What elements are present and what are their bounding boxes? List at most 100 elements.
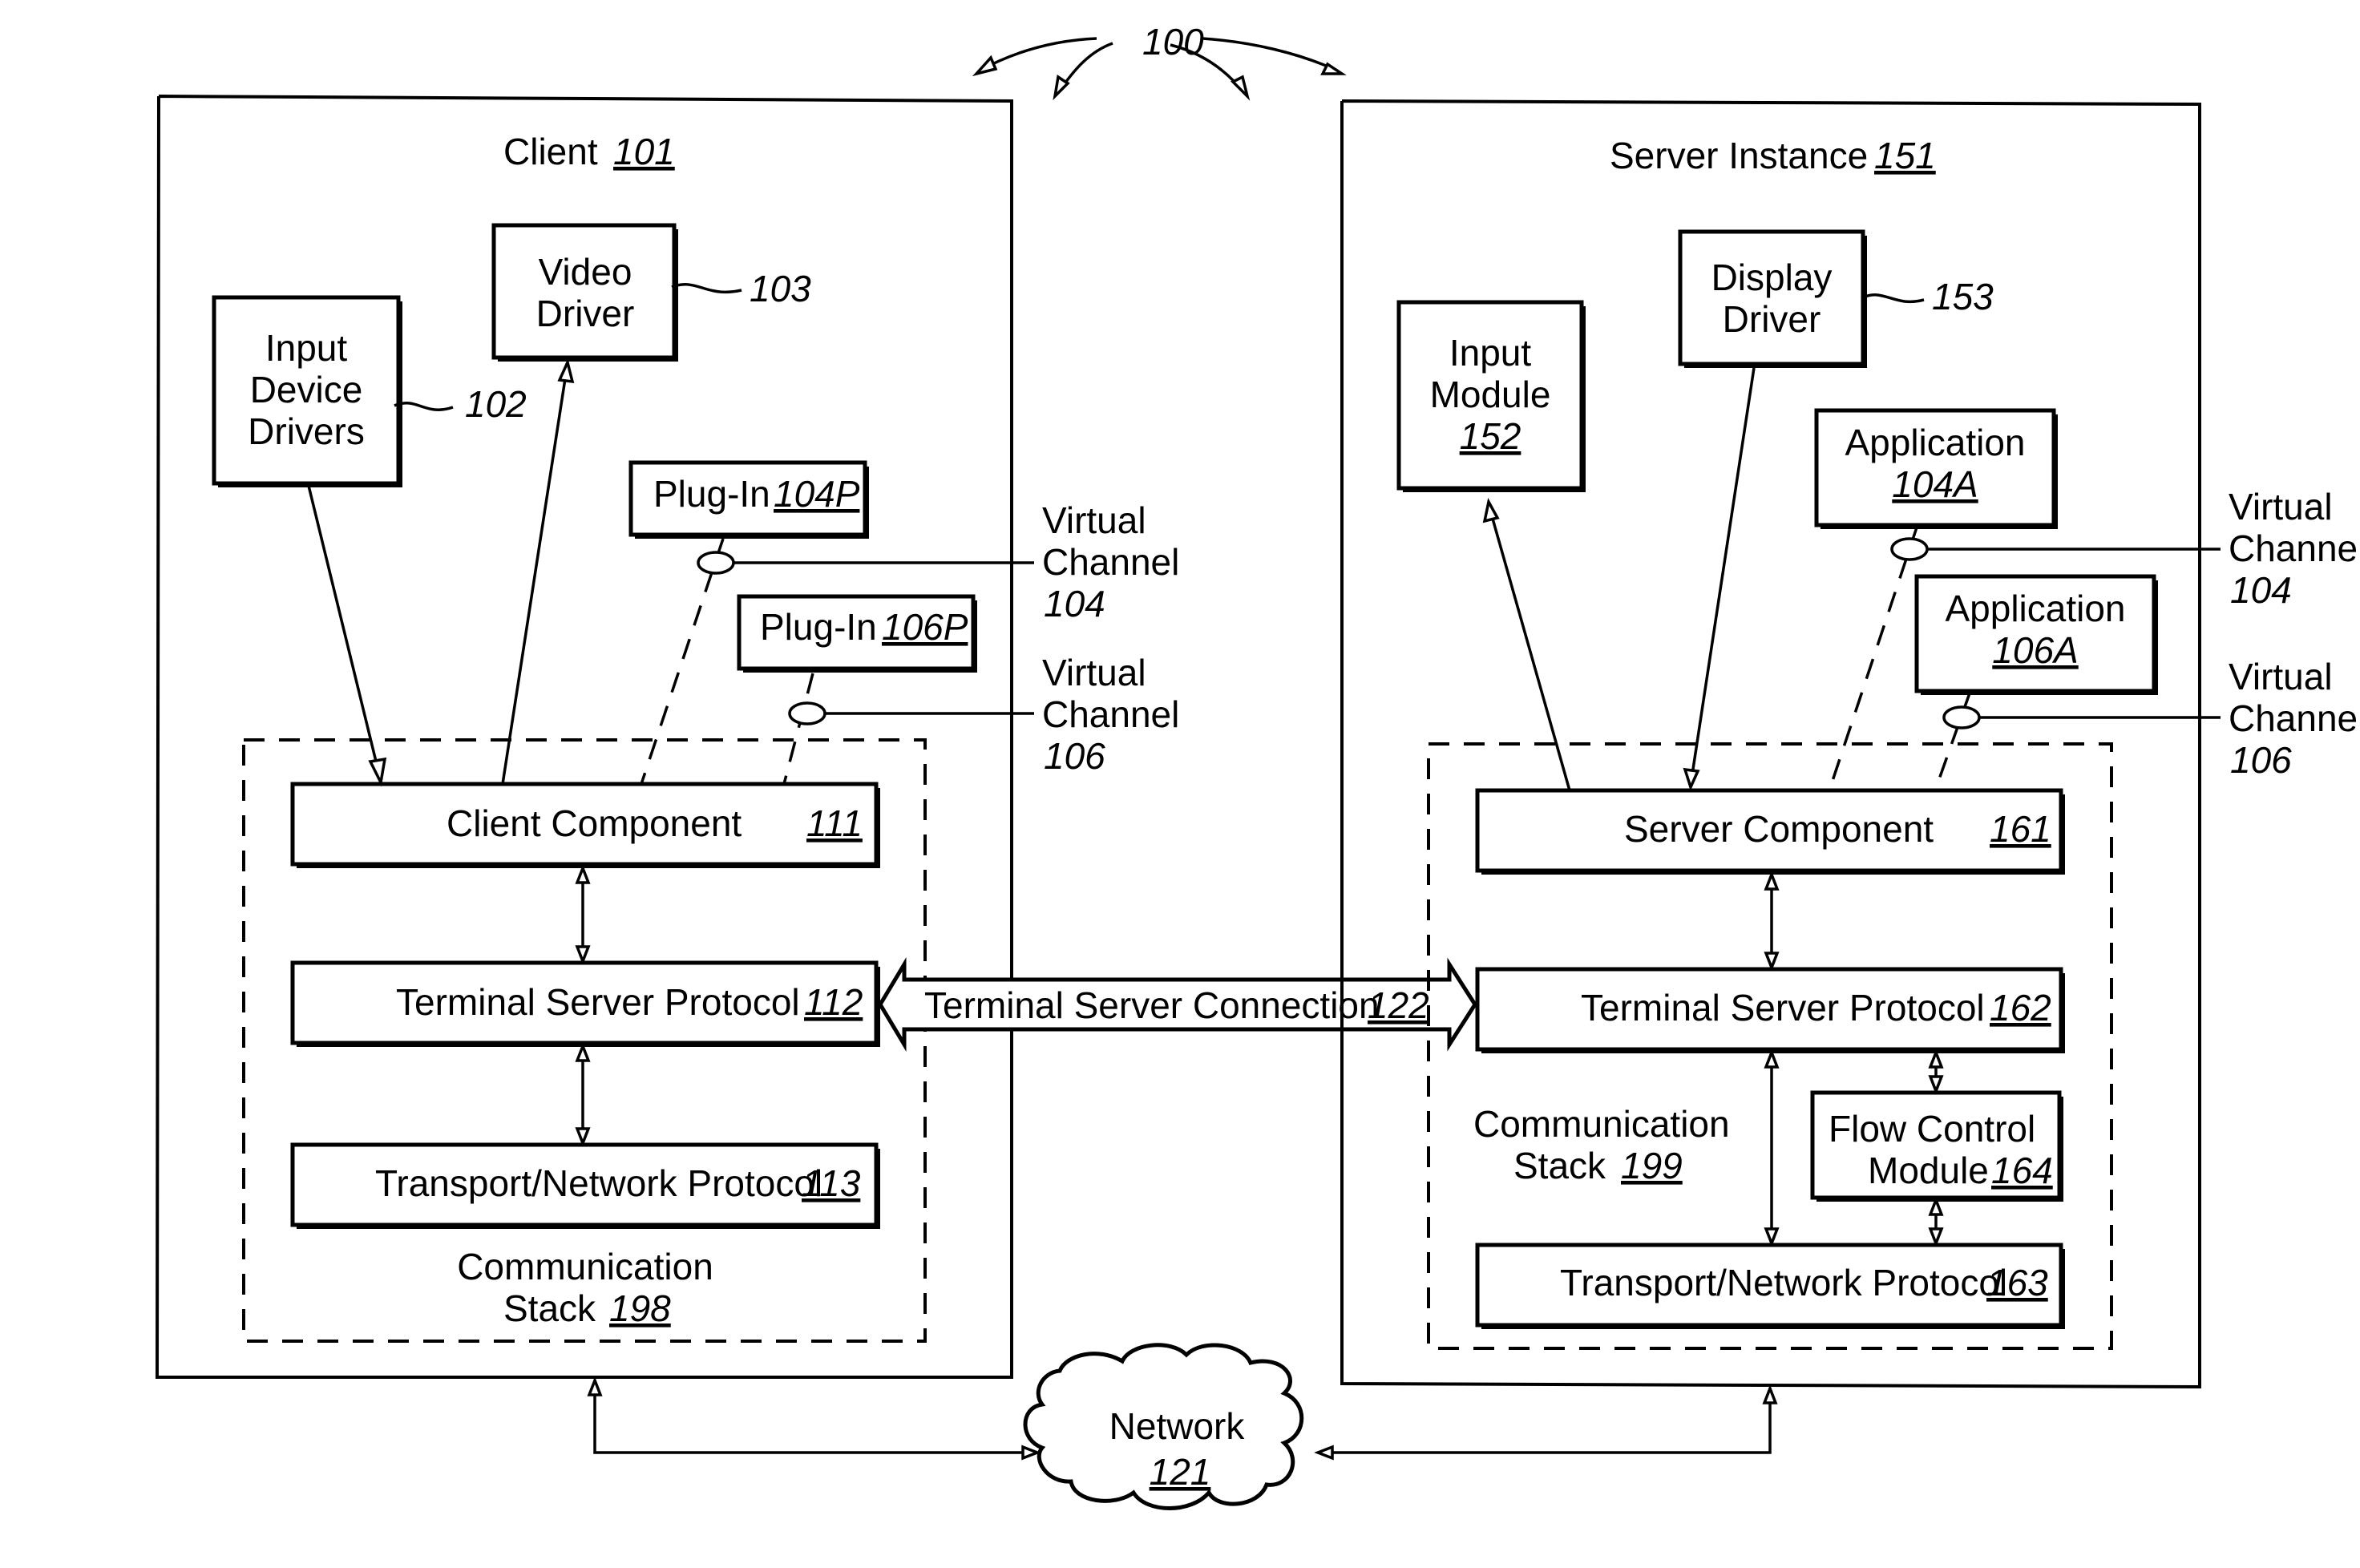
client-vc106-ref: 106 [1044,735,1105,777]
client-component-box[interactable]: Client Component 111 [290,782,880,868]
figure-ref-arrowhead-3 [1231,75,1251,101]
arrowhead-fc-down [1928,1075,1944,1095]
client-vc104-line-2: Channel [1042,541,1179,583]
display-driver-box[interactable]: Display Driver [1678,229,1867,368]
server-comm-stack-ref: 199 [1621,1145,1683,1186]
plugin-104p-ref: 104P [774,473,860,515]
client-virtual-channel-106-label: Virtual Channel 106 [1042,652,1179,777]
server-title: Server Instance [1610,135,1868,176]
input-module-box[interactable]: Input Module 152 [1396,300,1586,492]
input-device-drivers-ref: 102 [465,383,527,425]
server-tnp-ref: 163 [1986,1262,2048,1303]
flow-control-module-box[interactable]: Flow Control Module 164 [1810,1090,2063,1202]
client-component-to-video-driver [501,373,568,785]
client-vc104-ellipse [697,551,735,575]
video-driver-box[interactable]: Video Driver [491,223,678,362]
plugin-106p-channel [782,673,814,785]
plugin-106p-ref: 106P [882,606,968,648]
server-tnp-label: Transport/Network Protocol [1560,1262,2007,1303]
client-transport-network-protocol-box[interactable]: Transport/Network Protocol 113 [290,1142,880,1229]
server-component-box[interactable]: Server Component 161 [1475,788,2065,875]
video-driver-line-1: Video [539,251,632,293]
client-comm-stack-line-1: Communication [457,1246,713,1287]
flow-control-line-1: Flow Control [1829,1108,2035,1150]
arrowhead-tsp-up [575,1042,591,1062]
application-106a-box[interactable]: Application 106A [1914,574,2158,695]
plugin-106p-box[interactable]: Plug-In 106P [737,594,977,673]
flow-control-ref: 164 [1991,1150,2053,1191]
input-module-ref: 152 [1460,415,1521,457]
server-vc106-ref: 106 [2230,739,2292,781]
arrowhead-cc-up [575,864,591,884]
client-vc106-line-1: Virtual [1042,652,1146,693]
server-vc104-ellipse [1890,537,1929,561]
arrowhead-fc-up [1928,1196,1944,1216]
arrowhead-stnp-down [1764,1227,1780,1247]
client-ref: 101 [613,131,675,172]
input-device-drivers-box[interactable]: Input Device Drivers [212,295,402,487]
terminal-server-connection-arrow: Terminal Server Connection 122 [878,956,1477,1053]
server-vc106-line-2: Channel [2229,697,2360,739]
input-module-line-1: Input [1449,332,1532,374]
server-component-label: Server Component [1624,808,1934,850]
client-component-ref: 111 [806,802,863,844]
client-vc106-line-2: Channel [1042,693,1179,735]
arrowhead-server-component-in [1683,767,1700,791]
arrowhead-client-component-in [368,757,387,787]
server-vc106-line-1: Virtual [2229,656,2333,697]
arrowhead-client-bottom [587,1376,603,1396]
client-virtual-channel-104-label: Virtual Channel 104 [1042,499,1179,624]
application-104a-label: Application [1845,422,2025,463]
input-module-line-2: Module [1430,374,1551,415]
server-vc104-line-2: Channel [2229,527,2360,569]
arrowhead-stsp-down [1764,952,1780,972]
leader-103 [671,283,742,294]
arrowhead-video-driver-in [557,358,575,384]
flow-control-line-2: Module [1868,1150,1989,1191]
application-104a-channel [1828,524,1919,791]
server-vc104-line-1: Virtual [2229,486,2333,527]
display-driver-to-server-component [1691,367,1756,775]
client-component-label: Client Component [447,802,742,844]
client-comm-stack-line-2: Stack [503,1287,596,1329]
display-driver-ref: 153 [1932,276,1994,317]
client-tnp-label: Transport/Network Protocol [375,1162,822,1204]
arrowhead-input-module-in [1482,498,1500,523]
plugin-104p-box[interactable]: Plug-In 104P [628,460,869,539]
server-virtual-channel-104-label: Virtual Channel 104 [2229,486,2360,611]
server-terminal-server-protocol-box[interactable]: Terminal Server Protocol 162 [1475,967,2065,1053]
server-virtual-channel-106-label: Virtual Channel 106 [2229,656,2360,781]
application-106a-ref: 106A [1992,629,2078,671]
network-label: Network [1109,1405,1246,1447]
input-device-drivers-line-1: Input [265,327,348,369]
arrowhead-network-right [1314,1445,1334,1461]
figure-ref-arrow-4 [1202,37,1338,72]
client-tsp-label: Terminal Server Protocol [396,981,800,1023]
client-panel: Client 101 Input Device Drivers 102 Vide… [155,95,1179,1379]
connection-ref: 122 [1368,984,1429,1026]
figure-reference: 100 [972,21,1347,101]
display-driver-line-2: Driver [1723,298,1821,340]
server-panel: Server Instance 151 Input Module 152 Dis… [1340,99,2360,1389]
server-transport-network-protocol-box[interactable]: Transport/Network Protocol 163 [1475,1243,2065,1329]
client-terminal-server-protocol-box[interactable]: Terminal Server Protocol 112 [290,960,880,1047]
arrowhead-stsp-up [1764,1049,1780,1069]
display-driver-line-1: Display [1711,257,1833,298]
server-tsp-label: Terminal Server Protocol [1581,987,1985,1028]
video-driver-line-2: Driver [536,293,635,334]
video-driver-ref: 103 [750,268,811,309]
server-comm-stack-line-2: Stack [1513,1145,1606,1186]
server-comm-stack-line-1: Communication [1473,1103,1730,1145]
application-104a-ref: 104A [1892,463,1978,505]
remote-desktop-architecture-diagram: 100 Client 101 Input Device Drivers 102 … [155,21,2360,1510]
leader-153 [1861,293,1925,304]
application-104a-box[interactable]: Application 104A [1814,408,2058,529]
network-cloud[interactable]: Network 121 [1023,1343,1304,1510]
arrowhead-fc-tnp-down [1928,1227,1944,1247]
input-device-drivers-line-2: Device [250,369,363,410]
figure-ref-arrowhead-1 [972,55,998,77]
network-ref: 121 [1150,1451,1211,1493]
client-tnp-ref: 113 [802,1162,861,1204]
arrowhead-tnp-down [575,1127,591,1147]
client-title: Client [503,131,598,172]
